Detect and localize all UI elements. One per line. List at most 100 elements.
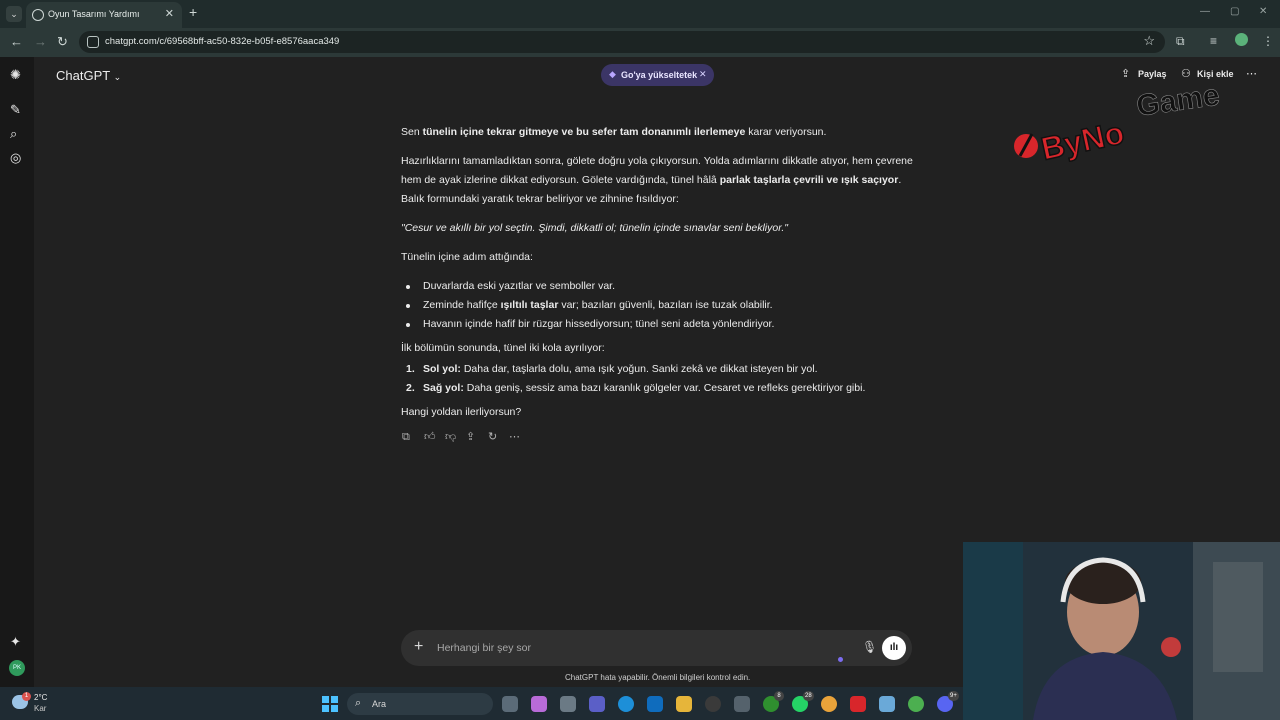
windows-logo-tile bbox=[322, 696, 329, 703]
tab-search-button[interactable]: ⌄ bbox=[6, 6, 22, 22]
forward-icon[interactable]: → bbox=[34, 35, 47, 49]
start-button[interactable] bbox=[322, 696, 338, 712]
edge-icon[interactable] bbox=[618, 696, 634, 712]
message-composer[interactable]: + Herhangi bir şey sor 🎙︎ ılı bbox=[401, 630, 912, 666]
message-paragraph-2-line-1: Hazırlıklarını tamamladıktan sonra, göle… bbox=[401, 155, 913, 167]
browser-tab-bar: ⌄ Oyun Tasarımı Yardımı ✕ + — ▢ ✕ bbox=[0, 0, 1280, 28]
diamond-icon: ◆ bbox=[609, 69, 616, 79]
taskbar-search[interactable]: ⌕ Ara bbox=[347, 693, 493, 715]
message-paragraph-1: Sen tünelin içine tekrar gitmeye ve bu s… bbox=[401, 126, 827, 138]
openai-logo-icon[interactable]: ✺ bbox=[10, 68, 21, 82]
webcam-image bbox=[963, 542, 1280, 720]
copy-icon[interactable]: ⧉ bbox=[402, 431, 410, 443]
voice-mode-button[interactable]: ılı bbox=[882, 636, 906, 660]
xbox-badge: 8 bbox=[774, 691, 784, 701]
more-options-icon[interactable]: ⋯ bbox=[509, 431, 520, 443]
bullet-item-3: Havanın içinde hafif bir rüzgar hissediy… bbox=[423, 318, 775, 330]
message-quote: "Cesur ve akıllı bir yol seçtin. Şimdi, … bbox=[401, 222, 788, 234]
browser-menu-icon[interactable]: ⋮ bbox=[1262, 34, 1274, 48]
sidebar-rail: ✺ ✎ ⌕ ◎ ✦ PK bbox=[0, 57, 34, 687]
model-selector[interactable]: ChatGPT ⌄ bbox=[56, 68, 121, 83]
chrome-profile-icon[interactable] bbox=[908, 696, 924, 712]
upgrade-pill[interactable]: ◆ Go'ya yükseltetek ✕ bbox=[601, 64, 714, 86]
widgets-icon[interactable] bbox=[560, 696, 576, 712]
message-paragraph-4: İlk bölümün sonunda, tünel iki kola ayrı… bbox=[401, 342, 605, 354]
logo-text-byno: ByNo bbox=[1038, 114, 1127, 167]
teams-icon[interactable] bbox=[589, 696, 605, 712]
bullet-marker bbox=[406, 323, 410, 327]
bullet-marker bbox=[406, 285, 410, 289]
disclaimer-text: ChatGPT hata yapabilir. Önemli bilgileri… bbox=[565, 673, 751, 682]
weather-badge: 1 bbox=[22, 692, 31, 701]
taskbar-search-label: Ara bbox=[372, 699, 387, 709]
user-avatar[interactable]: PK bbox=[9, 660, 25, 676]
bynogame-watermark-logo: ByNo Game bbox=[1014, 78, 1222, 168]
network-app-icon[interactable] bbox=[879, 696, 895, 712]
minimize-icon[interactable]: — bbox=[1200, 6, 1210, 17]
list-number-2: 2. bbox=[406, 382, 415, 394]
window-close-icon[interactable]: ✕ bbox=[1259, 6, 1267, 17]
windows-logo-tile bbox=[331, 696, 338, 703]
chrome-icon[interactable] bbox=[821, 696, 837, 712]
tab-title: Oyun Tasarımı Yardımı bbox=[48, 9, 140, 19]
profile-avatar[interactable] bbox=[1235, 33, 1248, 46]
maximize-icon[interactable]: ▢ bbox=[1230, 6, 1239, 17]
status-dot bbox=[838, 657, 843, 662]
chatgpt-app-icon[interactable] bbox=[705, 696, 721, 712]
webcam-overlay bbox=[963, 542, 1280, 720]
composer-placeholder[interactable]: Herhangi bir şey sor bbox=[437, 642, 531, 654]
weather-temperature[interactable]: 2°C bbox=[34, 693, 47, 702]
bullet-item-1: Duvarlarda eski yazıtlar ve semboller va… bbox=[423, 280, 615, 292]
close-icon[interactable]: ✕ bbox=[165, 7, 174, 20]
bullet-marker bbox=[406, 304, 410, 308]
reload-icon[interactable]: ↻ bbox=[57, 35, 68, 49]
new-tab-button[interactable]: + bbox=[189, 4, 197, 20]
numbered-item-2: Sağ yol: Daha geniş, sessiz ama bazı kar… bbox=[423, 382, 866, 394]
search-icon[interactable]: ⌕ bbox=[10, 127, 17, 141]
message-paragraph-2-line-3: Balık formundaki yaratık tekrar beliriyo… bbox=[401, 193, 679, 205]
windows-taskbar: 1 2°C Kar ⌕ Ara 8 28 9+ bbox=[0, 687, 963, 720]
browser-toolbar: ← → ↻ chatgpt.com/c/69568bff-ac50-832e-b… bbox=[0, 28, 1280, 57]
discord-badge: 9+ bbox=[948, 691, 959, 701]
windows-logo-tile bbox=[322, 705, 329, 712]
add-attachment-icon[interactable]: + bbox=[414, 638, 423, 656]
library-icon[interactable]: ◎ bbox=[10, 151, 21, 165]
message-question: Hangi yoldan ilerliyorsun? bbox=[401, 406, 522, 418]
back-icon[interactable]: ← bbox=[10, 35, 23, 49]
message-paragraph-3: Tünelin içine adım attığında: bbox=[401, 251, 533, 263]
reading-list-icon[interactable]: ≡ bbox=[1210, 34, 1217, 48]
logo-text-game: Game bbox=[1134, 79, 1221, 123]
numbered-item-1: Sol yol: Daha dar, taşlarla dolu, ama ış… bbox=[423, 363, 818, 375]
bookmark-star-icon[interactable]: ☆ bbox=[1143, 33, 1155, 49]
address-bar[interactable]: chatgpt.com/c/69568bff-ac50-832e-b05f-e8… bbox=[79, 31, 1165, 53]
site-info-icon[interactable] bbox=[87, 36, 99, 48]
sparkle-icon[interactable]: ✦ bbox=[10, 635, 21, 649]
list-number-1: 1. bbox=[406, 363, 415, 375]
weather-condition[interactable]: Kar bbox=[34, 704, 46, 713]
task-view-icon[interactable] bbox=[502, 696, 518, 712]
url-text: chatgpt.com/c/69568bff-ac50-832e-b05f-e8… bbox=[105, 36, 340, 47]
file-explorer-icon[interactable] bbox=[676, 696, 692, 712]
close-icon[interactable]: ✕ bbox=[699, 69, 707, 80]
share-icon[interactable]: ⇪ bbox=[466, 431, 475, 443]
extensions-icon[interactable]: ⧉ bbox=[1176, 34, 1185, 49]
new-chat-icon[interactable]: ✎ bbox=[10, 103, 21, 117]
browser-tab[interactable]: Oyun Tasarımı Yardımı ✕ bbox=[26, 2, 182, 28]
whatsapp-badge: 28 bbox=[803, 691, 814, 701]
upgrade-label: Go'ya yükseltetek bbox=[621, 70, 698, 80]
message-paragraph-2-line-2: hem de ayak izlerine dikkat ediyorsun. G… bbox=[401, 174, 902, 186]
bullet-item-2: Zeminde hafifçe ışıltılı taşlar var; baz… bbox=[423, 299, 773, 311]
app-title: ChatGPT bbox=[56, 68, 110, 83]
app-grid-icon[interactable] bbox=[734, 696, 750, 712]
search-icon: ⌕ bbox=[355, 697, 362, 709]
regenerate-icon[interactable]: ↻ bbox=[488, 431, 497, 443]
thumbs-up-icon[interactable]: 👍︎ bbox=[424, 431, 436, 443]
microphone-icon[interactable]: 🎙︎ bbox=[862, 640, 877, 654]
windows-logo-tile bbox=[331, 705, 338, 712]
chevron-down-icon: ⌄ bbox=[113, 72, 122, 82]
outlook-icon[interactable] bbox=[647, 696, 663, 712]
copilot-icon[interactable] bbox=[531, 696, 547, 712]
chatgpt-favicon-icon bbox=[32, 9, 44, 21]
thumbs-down-icon[interactable]: 👎︎ bbox=[445, 431, 456, 443]
wps-office-icon[interactable] bbox=[850, 696, 866, 712]
